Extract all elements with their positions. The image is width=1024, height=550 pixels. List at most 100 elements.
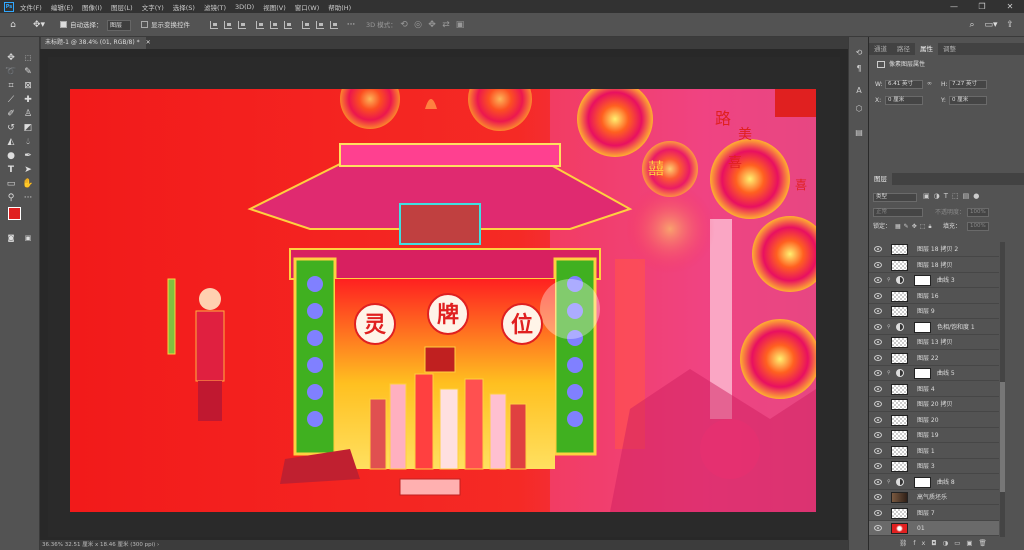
canvas-artwork[interactable]: 灵 牌 位 路 美 喜 囍 喜 bbox=[70, 89, 816, 512]
crop-tool-icon[interactable]: ⌗ bbox=[4, 79, 18, 93]
layers-footer-icons[interactable]: ⛓fx◘◑▭▣🗑︎ bbox=[899, 539, 1009, 549]
blend-mode-dropdown[interactable]: 正常 bbox=[873, 208, 923, 217]
history-brush-tool-icon[interactable]: ↺ bbox=[4, 121, 18, 135]
search-icon[interactable]: ⌕ bbox=[966, 18, 978, 32]
more-options-icon[interactable]: ··· bbox=[346, 18, 356, 32]
visibility-eye-icon[interactable] bbox=[874, 416, 882, 423]
layer-row[interactable]: 01 bbox=[869, 521, 999, 536]
minimize-button[interactable]: — bbox=[940, 0, 968, 13]
menu-view[interactable]: 视图(V) bbox=[263, 2, 286, 12]
visibility-eye-icon[interactable] bbox=[874, 339, 882, 345]
align-middle-icon[interactable] bbox=[270, 21, 278, 29]
visibility-eye-icon[interactable] bbox=[874, 370, 882, 376]
fill-field[interactable]: 100% bbox=[967, 222, 989, 231]
3d-roll-icon[interactable]: ◎ bbox=[412, 18, 424, 32]
character-panel-icon[interactable]: A bbox=[853, 85, 865, 97]
quick-mask-icon[interactable]: ◙ bbox=[4, 231, 18, 245]
link-dimensions-icon[interactable]: ∞ bbox=[927, 80, 937, 89]
close-tab-icon[interactable]: ✕ bbox=[146, 39, 151, 46]
brush-tool-icon[interactable]: ✐ bbox=[4, 107, 18, 121]
layer-mask-thumbnail[interactable] bbox=[914, 321, 931, 333]
libraries-panel-icon[interactable]: ▤ bbox=[853, 127, 865, 139]
layer-kind-filter[interactable]: 类型 bbox=[873, 193, 917, 202]
tab-adjustments[interactable]: 调整 bbox=[938, 43, 961, 55]
quick-select-tool-icon[interactable]: ✎ bbox=[21, 65, 35, 79]
eyedropper-tool-icon[interactable]: ⟋ bbox=[4, 93, 18, 107]
layer-row[interactable]: ⚲ 曲线 8 bbox=[869, 475, 999, 490]
tab-properties[interactable]: 属性 bbox=[915, 43, 938, 55]
menu-edit[interactable]: 编辑(E) bbox=[51, 2, 73, 12]
clone-stamp-tool-icon[interactable]: ♙ bbox=[21, 107, 35, 121]
frame-tool-icon[interactable]: ⊠ bbox=[21, 79, 35, 93]
document-tab[interactable]: 未标题-1 @ 38.4% (01, RGB/8) * ✕ bbox=[41, 37, 151, 49]
3d-slide-icon[interactable]: ⇄ bbox=[440, 18, 452, 32]
layers-scrollbar[interactable] bbox=[1000, 242, 1005, 537]
pen-tool-icon[interactable]: ✒ bbox=[21, 149, 35, 163]
workspace-icon[interactable]: ▭▾ bbox=[984, 18, 998, 32]
menu-layer[interactable]: 图层(L) bbox=[111, 2, 133, 12]
3d-scale-icon[interactable]: ▣ bbox=[454, 18, 466, 32]
distribute-left-icon[interactable] bbox=[302, 21, 310, 29]
visibility-eye-icon[interactable] bbox=[874, 432, 882, 438]
restore-button[interactable]: ❐ bbox=[968, 0, 996, 13]
blur-tool-icon[interactable]: 💧︎ bbox=[21, 135, 35, 149]
visibility-eye-icon[interactable] bbox=[874, 447, 882, 454]
distribute-right-icon[interactable] bbox=[330, 21, 338, 29]
layer-row[interactable]: ⚲ 曲线 5 bbox=[869, 366, 999, 381]
history-panel-icon[interactable]: ⟲ bbox=[853, 47, 865, 59]
filter-icons[interactable]: ▣◑T⬚▤● bbox=[923, 192, 983, 200]
tab-paths[interactable]: 路径 bbox=[892, 43, 915, 55]
distribute-center-icon[interactable] bbox=[316, 21, 324, 29]
layer-mask-thumbnail[interactable] bbox=[914, 368, 931, 379]
layer-row[interactable]: 图层 9 bbox=[869, 304, 999, 319]
paragraph-panel-icon[interactable]: ¶ bbox=[853, 63, 865, 75]
layer-row[interactable]: 图层 3 bbox=[869, 459, 999, 474]
zoom-tool-icon[interactable]: ⚲ bbox=[4, 191, 18, 205]
align-left-icon[interactable] bbox=[210, 21, 218, 29]
move-tool-icon[interactable]: ✥ bbox=[4, 51, 18, 65]
layer-mask-thumbnail[interactable] bbox=[914, 476, 931, 488]
layer-row[interactable]: 图层 22 bbox=[869, 351, 999, 366]
menu-select[interactable]: 选择(S) bbox=[173, 2, 195, 12]
home-icon[interactable]: ⌂ bbox=[6, 18, 20, 32]
layer-row[interactable]: 图层 18 拷贝 bbox=[869, 258, 999, 273]
more-tools-icon[interactable]: ··· bbox=[21, 191, 35, 205]
layer-mask-thumbnail[interactable] bbox=[914, 275, 931, 286]
screen-mode-icon[interactable]: ▣ bbox=[21, 231, 35, 245]
visibility-eye-icon[interactable] bbox=[874, 478, 882, 485]
move-tool-preset-icon[interactable]: ✥▾ bbox=[30, 18, 48, 32]
visibility-eye-icon[interactable] bbox=[874, 385, 882, 392]
y-field[interactable]: 0 厘米 bbox=[949, 96, 987, 105]
lasso-tool-icon[interactable]: ➰ bbox=[4, 65, 18, 79]
auto-select-checkbox[interactable] bbox=[60, 21, 67, 28]
menu-file[interactable]: 文件(F) bbox=[20, 2, 42, 12]
layer-row[interactable]: 图层 4 bbox=[869, 382, 999, 397]
visibility-eye-icon[interactable] bbox=[874, 509, 882, 516]
show-transform-checkbox[interactable] bbox=[141, 21, 148, 28]
menu-window[interactable]: 窗口(W) bbox=[295, 2, 320, 12]
3d-panel-icon[interactable]: ⬡ bbox=[853, 103, 865, 115]
visibility-eye-icon[interactable] bbox=[874, 525, 882, 531]
visibility-eye-icon[interactable] bbox=[874, 401, 882, 407]
paint-bucket-tool-icon[interactable]: ◭ bbox=[4, 135, 18, 149]
visibility-eye-icon[interactable] bbox=[874, 308, 882, 314]
align-bottom-icon[interactable] bbox=[284, 21, 292, 29]
visibility-eye-icon[interactable] bbox=[874, 323, 882, 330]
layer-row[interactable]: 图层 1 bbox=[869, 444, 999, 459]
layer-row[interactable]: 图层 13 拷贝 bbox=[869, 335, 999, 350]
layer-row[interactable]: 图层 20 bbox=[869, 413, 999, 428]
layer-row[interactable]: 图层 16 bbox=[869, 289, 999, 304]
menu-3d[interactable]: 3D(D) bbox=[235, 3, 254, 11]
visibility-eye-icon[interactable] bbox=[874, 463, 882, 469]
eraser-tool-icon[interactable]: ◩ bbox=[21, 121, 35, 135]
visibility-eye-icon[interactable] bbox=[874, 277, 882, 283]
healing-brush-tool-icon[interactable]: ✚ bbox=[21, 93, 35, 107]
3d-pan-icon[interactable]: ✥ bbox=[426, 18, 438, 32]
tab-channels[interactable]: 通道 bbox=[869, 43, 892, 55]
align-right-icon[interactable] bbox=[238, 21, 246, 29]
marquee-tool-icon[interactable]: ⬚ bbox=[21, 51, 35, 65]
width-field[interactable]: 6.41 英寸 bbox=[885, 80, 923, 89]
layer-row[interactable]: 图层 19 bbox=[869, 428, 999, 443]
rectangle-tool-icon[interactable]: ▭ bbox=[4, 177, 18, 191]
layer-select-dropdown[interactable]: 图层 bbox=[107, 20, 131, 31]
